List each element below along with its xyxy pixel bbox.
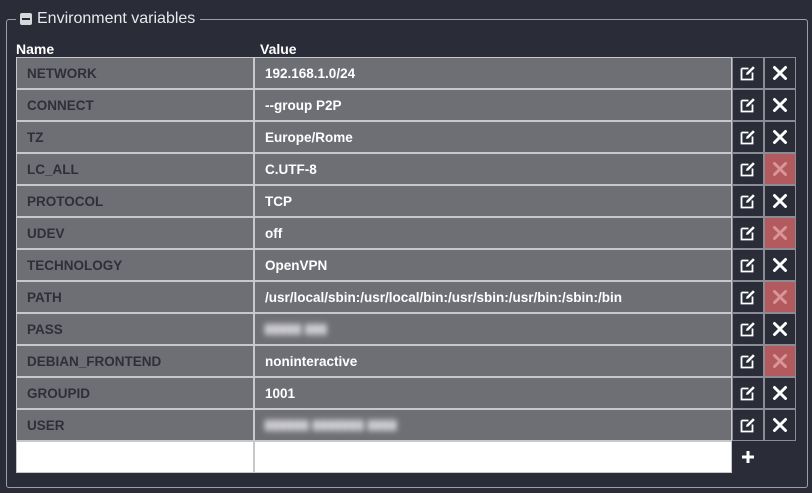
variable-value-cell: TCP xyxy=(254,185,732,217)
edit-button[interactable] xyxy=(732,345,764,377)
edit-icon xyxy=(740,161,756,177)
edit-button[interactable] xyxy=(732,313,764,345)
variable-name-cell: PROTOCOL xyxy=(16,185,254,217)
edit-button[interactable] xyxy=(732,281,764,313)
variable-value-cell: OpenVPN xyxy=(254,249,732,281)
edit-button[interactable] xyxy=(732,89,764,121)
variable-name-cell: PASS xyxy=(16,313,254,345)
delete-button[interactable] xyxy=(764,89,796,121)
close-icon xyxy=(772,417,788,433)
delete-button[interactable] xyxy=(764,313,796,345)
delete-button[interactable] xyxy=(764,121,796,153)
close-icon xyxy=(772,225,788,241)
close-icon xyxy=(772,97,788,113)
variable-value-cell: ██████ ███████ ████ xyxy=(254,409,732,441)
delete-button[interactable] xyxy=(764,57,796,89)
variable-value-cell: Europe/Rome xyxy=(254,121,732,153)
edit-icon xyxy=(740,193,756,209)
edit-icon xyxy=(740,225,756,241)
variable-name-cell: TZ xyxy=(16,121,254,153)
variable-name-cell: CONNECT xyxy=(16,89,254,121)
collapse-icon[interactable] xyxy=(20,13,32,25)
edit-button[interactable] xyxy=(732,249,764,281)
delete-button[interactable] xyxy=(764,345,796,377)
edit-button[interactable] xyxy=(732,153,764,185)
variable-value-cell: 1001 xyxy=(254,377,732,409)
close-icon xyxy=(772,129,788,145)
variable-value-cell: off xyxy=(254,217,732,249)
column-header-value: Value xyxy=(260,41,297,57)
edit-icon xyxy=(740,385,756,401)
edit-icon xyxy=(740,417,756,433)
variable-value-cell: C.UTF-8 xyxy=(254,153,732,185)
edit-icon xyxy=(740,289,756,305)
masked-value: █████ ███ xyxy=(265,324,328,334)
variable-value-cell: 192.168.1.0/24 xyxy=(254,57,732,89)
new-variable-name-input[interactable] xyxy=(16,441,254,473)
variable-value-cell: /usr/local/sbin:/usr/local/bin:/usr/sbin… xyxy=(254,281,732,313)
variable-name-cell: TECHNOLOGY xyxy=(16,249,254,281)
delete-button[interactable] xyxy=(764,281,796,313)
edit-icon xyxy=(740,321,756,337)
variable-name-cell: UDEV xyxy=(16,217,254,249)
edit-button[interactable] xyxy=(732,377,764,409)
variable-value-cell: █████ ███ xyxy=(254,313,732,345)
edit-icon xyxy=(740,97,756,113)
close-icon xyxy=(772,321,788,337)
delete-button[interactable] xyxy=(764,217,796,249)
variable-value-cell: --group P2P xyxy=(254,89,732,121)
close-icon xyxy=(772,193,788,209)
variable-value-cell: noninteractive xyxy=(254,345,732,377)
edit-icon xyxy=(740,65,756,81)
edit-button[interactable] xyxy=(732,57,764,89)
close-icon xyxy=(772,257,788,273)
variable-name-cell: LC_ALL xyxy=(16,153,254,185)
delete-button[interactable] xyxy=(764,409,796,441)
close-icon xyxy=(772,161,788,177)
edit-icon xyxy=(740,353,756,369)
column-header-name: Name xyxy=(16,41,55,57)
close-icon xyxy=(772,353,788,369)
delete-button[interactable] xyxy=(764,377,796,409)
plus-icon xyxy=(740,449,756,465)
variable-name-cell: DEBIAN_FRONTEND xyxy=(16,345,254,377)
edit-button[interactable] xyxy=(732,185,764,217)
delete-button[interactable] xyxy=(764,249,796,281)
edit-button[interactable] xyxy=(732,217,764,249)
variable-name-cell: PATH xyxy=(16,281,254,313)
panel-title: Environment variables xyxy=(37,10,196,27)
edit-button[interactable] xyxy=(732,121,764,153)
variable-name-cell: USER xyxy=(16,409,254,441)
panel-legend[interactable]: Environment variables xyxy=(16,8,201,30)
masked-value: ██████ ███████ ████ xyxy=(265,420,398,430)
variable-name-cell: GROUPID xyxy=(16,377,254,409)
edit-icon xyxy=(740,257,756,273)
new-variable-value-input[interactable] xyxy=(254,441,732,473)
edit-icon xyxy=(740,129,756,145)
close-icon xyxy=(772,289,788,305)
edit-button[interactable] xyxy=(732,409,764,441)
delete-button[interactable] xyxy=(764,153,796,185)
close-icon xyxy=(772,65,788,81)
close-icon xyxy=(772,385,788,401)
delete-button[interactable] xyxy=(764,185,796,217)
add-button[interactable] xyxy=(732,441,764,473)
variable-name-cell: NETWORK xyxy=(16,57,254,89)
